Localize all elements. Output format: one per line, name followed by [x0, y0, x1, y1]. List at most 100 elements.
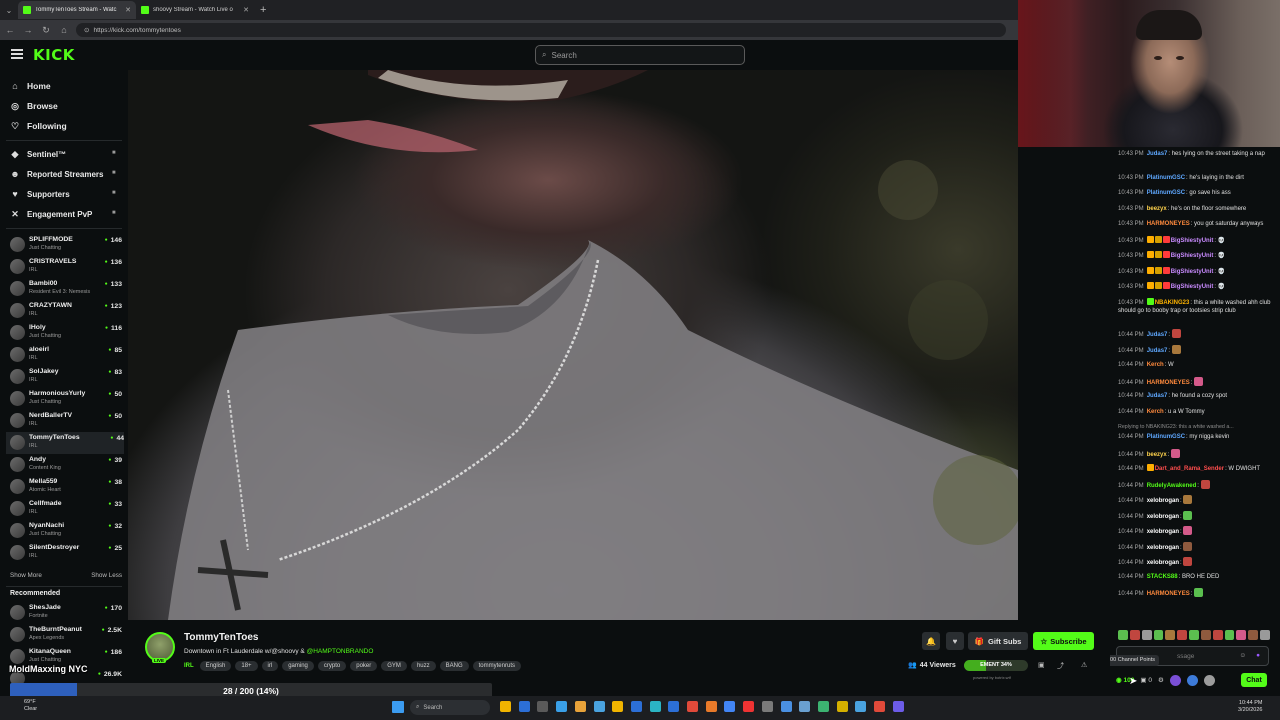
close-tab-icon[interactable]: ✕: [243, 6, 249, 14]
clip-icon[interactable]: ▣: [1038, 661, 1045, 669]
quick-emote-icon[interactable]: [1141, 630, 1152, 640]
kick-logo[interactable]: KICK: [33, 46, 75, 64]
quick-emote-icon[interactable]: [1200, 630, 1211, 640]
sidebar-item-following[interactable]: ♡ Following: [10, 118, 67, 134]
send-chat-button[interactable]: Chat: [1241, 673, 1267, 687]
quick-emote-icon[interactable]: [1118, 630, 1128, 640]
sidebar-channel[interactable]: HarmoniousYurly Just Chatting 50: [10, 388, 122, 410]
new-tab-icon[interactable]: +: [260, 4, 266, 16]
quick-emote-icon[interactable]: [1165, 630, 1176, 640]
browser-tab-shoovy[interactable]: shoovy Stream - Watch Live o ✕: [136, 1, 254, 19]
chat-username[interactable]: NBAKING23: [1155, 300, 1190, 306]
chat-username[interactable]: BigShiestyUnit: [1171, 284, 1214, 290]
stream-tag[interactable]: irl: [261, 661, 279, 671]
badge-avatar-icon[interactable]: [1186, 674, 1198, 686]
streamer-name[interactable]: TommyTenToes: [184, 632, 258, 643]
sidebar-channel[interactable]: lHoly Just Chatting 116: [10, 322, 122, 344]
taskbar-app-icon[interactable]: [612, 701, 624, 712]
stream-tag[interactable]: English: [199, 661, 232, 671]
quick-emote-icon[interactable]: [1129, 630, 1140, 640]
chat-username[interactable]: Judas7: [1147, 393, 1168, 399]
quick-emote-icon[interactable]: [1224, 630, 1235, 640]
chat-username[interactable]: beezyx: [1147, 206, 1167, 212]
taskbar-app-icon[interactable]: [874, 701, 885, 712]
reload-icon[interactable]: ↻: [40, 25, 52, 36]
sidebar-channel[interactable]: Bambi00 Resident Evil 3: Nemesis 133: [10, 278, 122, 300]
chat-username[interactable]: STACKS88: [1147, 574, 1178, 580]
sidebar-channel[interactable]: SilentDestroyer IRL 25: [10, 542, 122, 564]
sidebar-item-browse[interactable]: ◎ Browse: [10, 98, 58, 114]
taskbar-app-icon[interactable]: [705, 701, 717, 712]
video-player[interactable]: [128, 70, 1018, 620]
chat-username[interactable]: HARMONEYES: [1147, 591, 1190, 597]
search-input[interactable]: ⌕ Search: [535, 45, 745, 65]
sidebar-channel[interactable]: SolJakey IRL 83: [10, 366, 122, 388]
sidebar-channel[interactable]: Mella559 Atomic Heart 38: [10, 476, 122, 498]
taskbar-app-icon[interactable]: [855, 701, 867, 712]
sidebar-item-reported-streamers[interactable]: ☻ Reported Streamers: [10, 166, 103, 182]
sidebar-channel[interactable]: NerdBallerTV IRL 50: [10, 410, 122, 432]
chat-username[interactable]: HARMONEYES: [1147, 380, 1190, 386]
taskbar-app-icon[interactable]: [799, 701, 811, 712]
stream-tag[interactable]: GYM: [381, 661, 407, 671]
taskbar-app-icon[interactable]: [574, 701, 586, 712]
quick-emote-icon[interactable]: [1189, 630, 1199, 640]
forward-icon[interactable]: →: [22, 25, 34, 35]
sub-count[interactable]: ▣ 0: [1140, 676, 1152, 684]
sidebar-item-supporters[interactable]: ♥ Supporters: [10, 186, 69, 202]
taskbar-app-icon[interactable]: [743, 701, 755, 712]
weather-widget[interactable]: 69°F Clear: [24, 699, 37, 713]
close-tab-icon[interactable]: ✕: [125, 6, 131, 14]
back-icon[interactable]: ←: [4, 25, 16, 35]
quick-emote-icon[interactable]: [1177, 630, 1188, 640]
stream-tag[interactable]: tommytenruts: [472, 661, 521, 671]
chat-username[interactable]: beezyx: [1147, 452, 1167, 458]
taskbar-app-icon[interactable]: [761, 701, 773, 712]
chat-username[interactable]: Kerch: [1147, 409, 1164, 415]
browser-tab-tommytentoes[interactable]: TommyTenToes Stream - Watc ✕: [18, 1, 136, 19]
taskbar-app-icon[interactable]: [537, 701, 549, 712]
taskbar-clock[interactable]: 10:44 PM 3/20/2026: [1238, 700, 1262, 714]
chat-username[interactable]: xelobrogan: [1147, 514, 1179, 520]
taskbar-search[interactable]: ⌕ Search: [410, 700, 490, 715]
settings-icon[interactable]: ⚙: [1158, 676, 1164, 684]
follow-heart-button[interactable]: ♥: [946, 632, 964, 650]
subscribe-button[interactable]: ☆ Subscribe: [1033, 632, 1094, 650]
emoji-icon[interactable]: ☺: [1239, 652, 1246, 659]
home-browser-icon[interactable]: ⌂: [58, 25, 70, 35]
chat-username[interactable]: BigShiestyUnit: [1171, 238, 1214, 244]
taskbar-app-icon[interactable]: [630, 701, 642, 712]
taskbar-app-icon[interactable]: [892, 701, 904, 712]
site-info-icon[interactable]: ⊙: [84, 26, 89, 34]
taskbar-app-icon[interactable]: [649, 701, 661, 712]
show-less-button[interactable]: Show Less: [91, 572, 122, 579]
chat-username[interactable]: xelobrogan: [1147, 560, 1179, 566]
sidebar-channel[interactable]: CRISTRAVELS IRL 136: [10, 256, 122, 278]
chat-username[interactable]: xelobrogan: [1147, 545, 1179, 551]
sidebar-channel[interactable]: SPLIFFMODE Just Chatting 146: [10, 234, 122, 256]
url-field[interactable]: ⊙ https://kick.com/tommytentoes: [76, 23, 1006, 37]
sidebar-channel[interactable]: Cellfmade IRL 33: [10, 498, 122, 520]
quick-emote-icon[interactable]: [1212, 630, 1223, 640]
sidebar-channel[interactable]: NyanNachi Just Chatting 32: [10, 520, 122, 542]
badge-avatar-icon[interactable]: [1203, 674, 1215, 686]
quick-emote-icon[interactable]: [1260, 630, 1270, 640]
badge-avatar-icon[interactable]: [1169, 674, 1181, 686]
share-icon[interactable]: ⤴: [1057, 661, 1064, 671]
sidebar-item-home[interactable]: ⌂ Home: [10, 78, 50, 94]
sidebar-item-engagement-pvp[interactable]: ✕ Engagement PvP: [10, 206, 92, 222]
chat-username[interactable]: PlatinumGSC: [1147, 190, 1185, 196]
chat-username[interactable]: PlatinumGSC: [1147, 175, 1185, 181]
chat-username[interactable]: Dart_and_Rama_Sender: [1155, 466, 1224, 472]
quick-emote-icon[interactable]: [1248, 630, 1259, 640]
stream-tag[interactable]: gaming: [282, 661, 314, 671]
stream-tag[interactable]: crypto: [317, 661, 347, 671]
show-more-button[interactable]: Show More: [10, 572, 42, 579]
chat-username[interactable]: BigShiestyUnit: [1171, 269, 1214, 275]
category-link[interactable]: IRL: [184, 663, 194, 669]
taskbar-app-icon[interactable]: [687, 701, 698, 712]
sidebar-channel[interactable]: aloeirl IRL 85: [10, 344, 122, 366]
menu-icon[interactable]: [11, 49, 23, 59]
sidebar-recommended-channel[interactable]: ShesJade Fortnite 170: [10, 602, 122, 624]
chat-username[interactable]: Judas7: [1147, 151, 1168, 157]
